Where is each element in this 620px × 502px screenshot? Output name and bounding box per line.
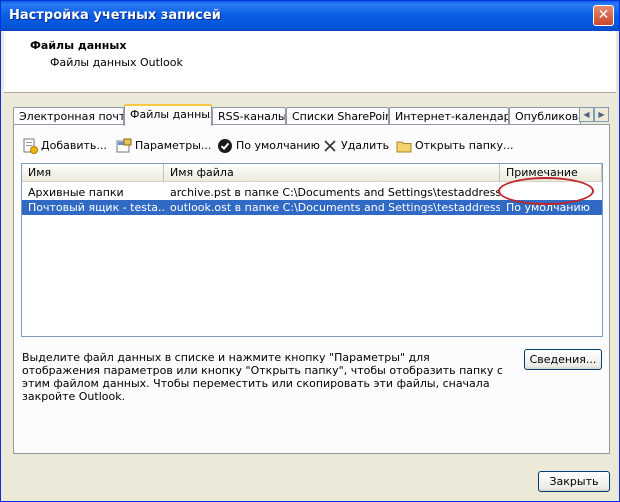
settings-icon (116, 138, 132, 153)
data-files-panel: Добавить... Параметры... По умолчанию Уд… (13, 124, 610, 454)
tab-data-files[interactable]: Файлы данных (124, 104, 212, 126)
tab-scroll-left-button[interactable]: ◀ (579, 107, 594, 122)
tab-strip: Электронная почта Файлы данных RSS-канал… (13, 104, 609, 126)
close-window-button[interactable]: ✕ (593, 5, 614, 26)
data-files-list[interactable]: Имя Имя файла Примечание Архивные папки … (21, 163, 603, 337)
folder-icon (396, 141, 412, 153)
open-folder-button[interactable]: Открыть папку... (396, 137, 514, 157)
description-text: Выделите файл данных в списке и нажмите … (22, 351, 503, 403)
account-settings-window: Настройка учетных записей ✕ Файлы данных… (0, 0, 620, 502)
add-label: Добавить... (41, 139, 107, 152)
header-panel: Файлы данных Файлы данных Outlook (4, 31, 616, 93)
column-header-filename[interactable]: Имя файла (164, 164, 500, 182)
add-button[interactable]: Добавить... (22, 137, 107, 157)
close-button[interactable]: Закрыть (538, 471, 610, 492)
row-filename: outlook.ost в папке C:\Documents and Set… (170, 201, 500, 214)
set-default-label: По умолчанию (236, 139, 320, 152)
delete-x-icon (324, 140, 336, 152)
add-file-icon (23, 138, 38, 154)
header-subtitle: Файлы данных Outlook (50, 56, 183, 69)
header-title: Файлы данных (30, 39, 127, 52)
settings-button[interactable]: Параметры... (116, 137, 211, 157)
check-circle-icon (218, 139, 232, 153)
open-folder-label: Открыть папку... (415, 139, 514, 152)
column-header-name[interactable]: Имя (22, 164, 164, 182)
highlight-oval-annotation (498, 177, 594, 205)
row-name: Архивные папки (28, 186, 124, 199)
row-filename: archive.pst в папке C:\Documents and Set… (170, 186, 500, 199)
window-title: Настройка учетных записей (9, 8, 221, 23)
delete-label: Удалить (341, 139, 390, 152)
list-row-mailbox[interactable]: Почтовый ящик - testa... outlook.ost в п… (22, 200, 602, 215)
set-default-button[interactable]: По умолчанию (217, 137, 320, 157)
toolbar: Добавить... Параметры... По умолчанию Уд… (22, 137, 602, 157)
tab-scroll-right-button[interactable]: ▶ (594, 107, 609, 122)
row-name: Почтовый ящик - testa... (28, 201, 164, 214)
delete-button[interactable]: Удалить (322, 137, 389, 157)
details-button[interactable]: Сведения... (524, 349, 602, 370)
settings-label: Параметры... (135, 139, 212, 152)
title-bar[interactable]: Настройка учетных записей ✕ (1, 1, 619, 31)
